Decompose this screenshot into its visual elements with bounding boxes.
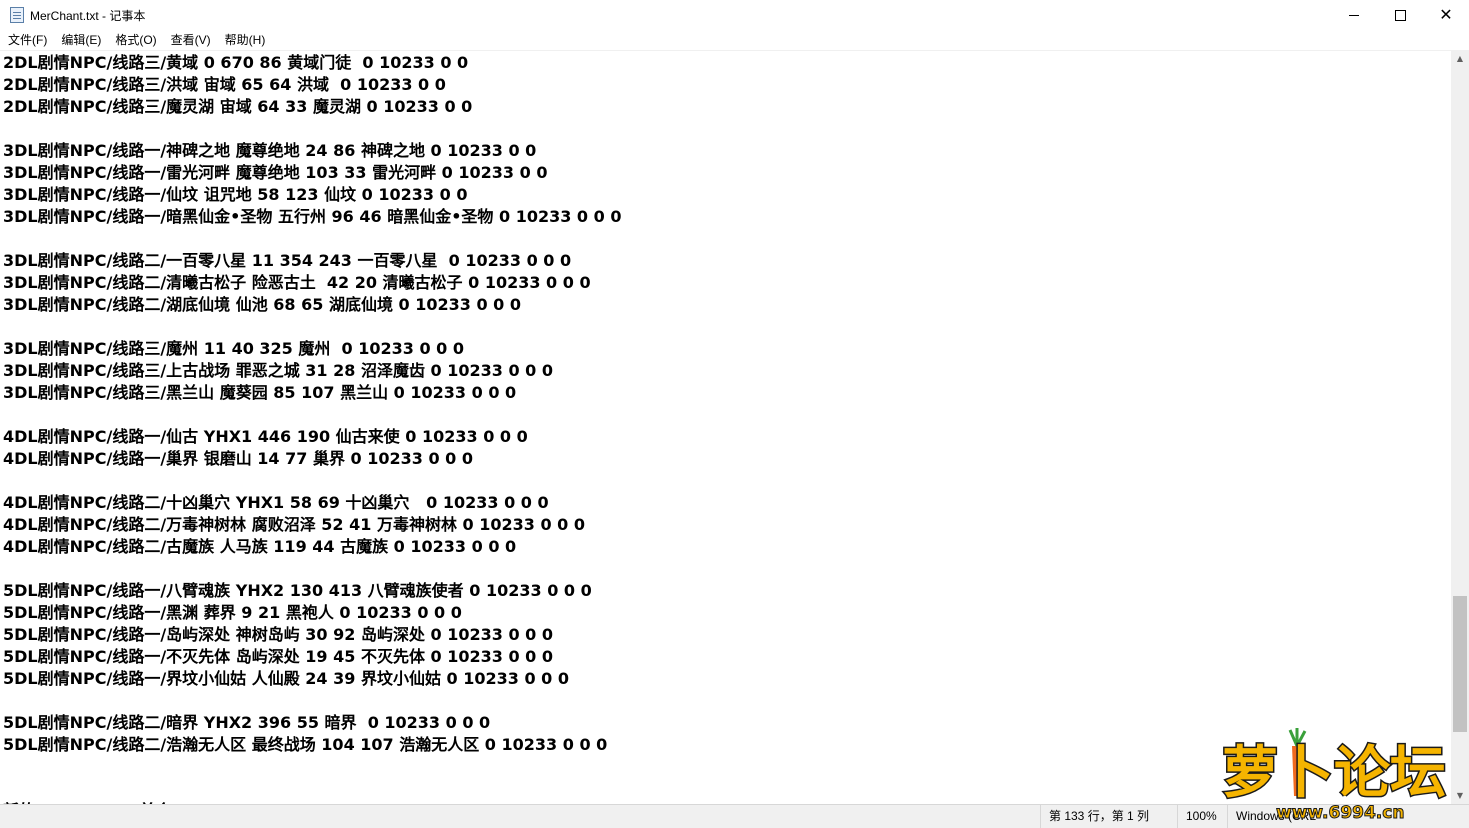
window-title: MerChant.txt - 记事本 [30,9,146,23]
text-line: 5DL剧情NPC/线路一/岛屿深处 神树岛屿 30 92 岛屿深处 0 1023… [3,625,554,644]
text-line: 3DL剧情NPC/线路一/雷光河畔 魔尊绝地 103 33 雷光河畔 0 102… [3,163,548,182]
menu-edit[interactable]: 编辑(E) [54,30,108,50]
watermark-site-text: www.6994.cn [1276,803,1404,822]
text-line: 3DL剧情NPC/线路三/上古战场 罪恶之城 31 28 沼泽魔齿 0 1023… [3,361,554,380]
scroll-thumb[interactable] [1453,596,1467,732]
text-line [3,404,621,426]
text-line: 4DL剧情NPC/线路一/仙古 YHX1 446 190 仙古来使 0 1023… [3,427,528,446]
watermark-logo: 萝卜论坛 www.6994.cn [1221,728,1448,822]
text-line: 5DL剧情NPC/线路二/暗界 YHX2 396 55 暗界 0 10233 0… [3,713,491,732]
close-button[interactable]: ✕ [1423,0,1469,30]
text-line: 4DL剧情NPC/线路一/巢界 银磨山 14 77 巢界 0 10233 0 0… [3,449,474,468]
text-line [3,756,621,778]
text-line: 5DL剧情NPC/线路一/不灭先体 岛屿深处 19 45 不灭先体 0 1023… [3,647,554,666]
maximize-button[interactable] [1377,0,1423,30]
text-line: 3DL剧情NPC/线路三/黑兰山 魔葵园 85 107 黑兰山 0 10233 … [3,383,517,402]
text-line: 3DL剧情NPC/线路三/魔州 11 40 325 魔州 0 10233 0 0… [3,339,464,358]
notepad-icon [10,7,24,23]
minimize-button[interactable] [1331,0,1377,30]
text-line: 4DL剧情NPC/线路二/古魔族 人马族 119 44 古魔族 0 10233 … [3,537,517,556]
menu-bar: 文件(F) 编辑(E) 格式(O) 查看(V) 帮助(H) [0,30,1469,50]
text-line [3,558,621,580]
scroll-up-icon[interactable]: ▲ [1451,50,1469,67]
text-line: 3DL剧情NPC/线路一/暗黑仙金•圣物 五行州 96 46 暗黑仙金•圣物 0… [3,207,622,226]
text-line: 3DL剧情NPC/线路二/清曦古松子 险恶古土 42 20 清曦古松子 0 10… [3,273,591,292]
title-bar: MerChant.txt - 记事本 ✕ [0,0,1469,30]
cursor-position: 第 133 行，第 1 列 [1040,805,1175,828]
minimize-icon [1349,14,1359,16]
menu-file[interactable]: 文件(F) [0,30,54,50]
text-line: 4DL剧情NPC/线路二/十凶巢穴 YHX1 58 69 十凶巢穴 0 1023… [3,493,549,512]
text-content: 2DL剧情NPC/线路三/黄域 0 670 86 黄域门徒 0 10233 0 … [3,52,621,805]
text-line: 3DL剧情NPC/线路二/湖底仙境 仙池 68 65 湖底仙境 0 10233 … [3,295,522,314]
text-line: 4DL剧情NPC/线路二/万毒神树林 腐败沼泽 52 41 万毒神树林 0 10… [3,515,586,534]
vertical-scrollbar[interactable]: ▲ ▼ [1451,50,1469,804]
text-line: 2DL剧情NPC/线路三/魔灵湖 宙域 64 33 魔灵湖 0 10233 0 … [3,97,473,116]
menu-help[interactable]: 帮助(H) [218,30,273,50]
watermark-brand-text: 萝卜论坛 [1222,741,1446,806]
text-editor[interactable]: 2DL剧情NPC/线路三/黄域 0 670 86 黄域门徒 0 10233 0 … [0,50,1451,805]
text-line: 3DL剧情NPC/线路一/神碑之地 魔尊绝地 24 86 神碑之地 0 1023… [3,141,537,160]
text-line [3,690,621,712]
menu-view[interactable]: 查看(V) [164,30,218,50]
close-icon: ✕ [1439,5,1453,24]
text-line: 2DL剧情NPC/线路三/黄域 0 670 86 黄域门徒 0 10233 0 … [3,53,469,72]
text-line: 5DL剧情NPC/线路一/黑渊 葬界 9 21 黑袍人 0 10233 0 0 … [3,603,462,622]
text-line [3,118,621,140]
text-line: 2DL剧情NPC/线路三/洪域 宙域 65 64 洪域 0 10233 0 0 [3,75,446,94]
maximize-icon [1394,9,1406,21]
text-line [3,470,621,492]
text-line [3,316,621,338]
text-line: 3DL剧情NPC/线路一/仙坟 诅咒地 58 123 仙坟 0 10233 0 … [3,185,468,204]
menu-format[interactable]: 格式(O) [108,30,163,50]
text-line: 5DL剧情NPC/线路二/浩瀚无人区 最终战场 104 107 浩瀚无人区 0 … [3,735,608,754]
text-line: 5DL剧情NPC/线路一/界坟小仙姑 人仙殿 24 39 界坟小仙姑 0 102… [3,669,570,688]
text-line: 3DL剧情NPC/线路二/一百零八星 11 354 243 一百零八星 0 10… [3,251,572,270]
text-line [3,778,621,800]
text-line: 5DL剧情NPC/线路一/八臂魂族 YHX2 130 413 八臂魂族使者 0 … [3,581,592,600]
text-line [3,228,621,250]
